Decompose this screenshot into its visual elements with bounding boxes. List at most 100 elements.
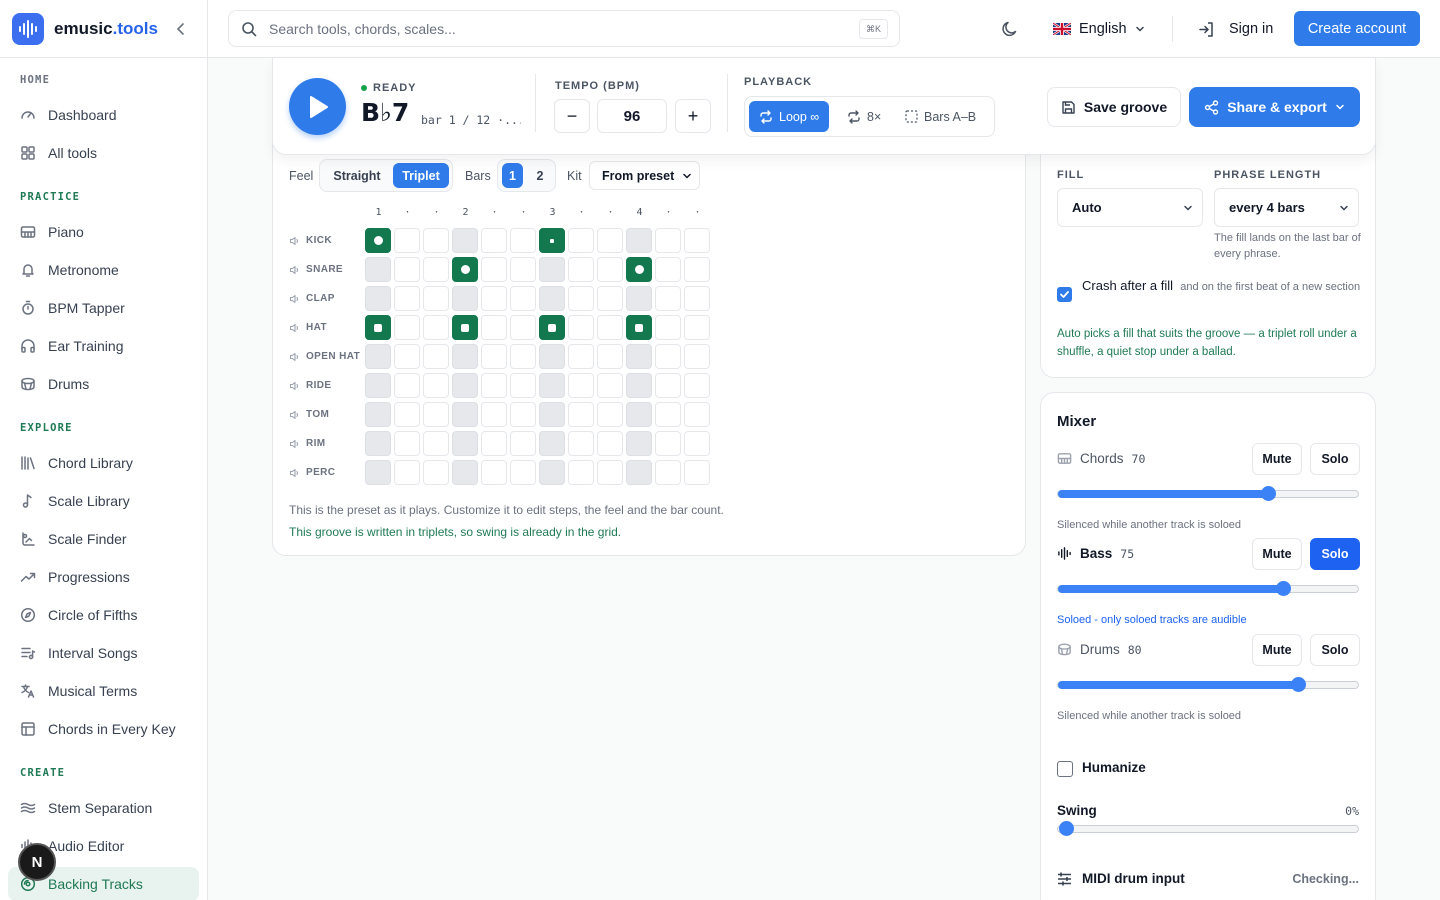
step-cell[interactable]: [510, 402, 536, 427]
step-cell[interactable]: [597, 344, 623, 369]
step-cell[interactable]: [452, 315, 478, 340]
step-cell[interactable]: [423, 257, 449, 282]
step-cell[interactable]: [626, 315, 652, 340]
step-cell[interactable]: [539, 286, 565, 311]
step-cell[interactable]: [655, 431, 681, 456]
fill-select[interactable]: Auto: [1057, 188, 1203, 227]
sidebar-item-drums[interactable]: Drums: [8, 367, 199, 401]
tempo-increase-button[interactable]: +: [675, 99, 711, 133]
step-cell[interactable]: [394, 460, 420, 485]
step-cell[interactable]: [626, 402, 652, 427]
step-cell[interactable]: [568, 344, 594, 369]
loop-button[interactable]: Loop ∞: [749, 101, 830, 132]
step-cell[interactable]: [481, 286, 507, 311]
step-cell[interactable]: [365, 344, 391, 369]
track-row-kick[interactable]: KICK: [289, 228, 332, 253]
step-cell[interactable]: [481, 315, 507, 340]
sidebar-item-chords-in-every-key[interactable]: Chords in Every Key: [8, 712, 199, 746]
drums-volume-slider[interactable]: [1057, 677, 1359, 692]
step-cell[interactable]: [510, 315, 536, 340]
brand[interactable]: emusic.tools: [12, 12, 158, 46]
step-cell[interactable]: [394, 315, 420, 340]
step-cell[interactable]: [452, 373, 478, 398]
step-cell[interactable]: [539, 344, 565, 369]
step-cell[interactable]: [539, 257, 565, 282]
step-cell[interactable]: [597, 257, 623, 282]
volume-slider-thumb[interactable]: [1276, 581, 1291, 596]
step-cell[interactable]: [655, 344, 681, 369]
bass-volume-slider[interactable]: [1057, 581, 1359, 596]
chords-solo-button[interactable]: Solo: [1310, 443, 1360, 475]
step-cell[interactable]: [365, 431, 391, 456]
drums-mute-button[interactable]: Mute: [1252, 634, 1302, 666]
step-cell[interactable]: [539, 315, 565, 340]
step-cell[interactable]: [597, 373, 623, 398]
step-cell[interactable]: [684, 344, 710, 369]
sidebar-item-scale-finder[interactable]: Scale Finder: [8, 522, 199, 556]
step-cell[interactable]: [597, 228, 623, 253]
share-export-button[interactable]: Share & export: [1189, 87, 1360, 127]
step-cell[interactable]: [365, 286, 391, 311]
step-cell[interactable]: [655, 315, 681, 340]
search-box[interactable]: ⌘K: [228, 10, 900, 47]
step-cell[interactable]: [510, 344, 536, 369]
step-cell[interactable]: [655, 286, 681, 311]
sidebar-item-scale-library[interactable]: Scale Library: [8, 484, 199, 518]
phrase-length-select[interactable]: every 4 bars: [1214, 188, 1359, 227]
step-cell[interactable]: [597, 460, 623, 485]
feel-straight-button[interactable]: Straight: [324, 163, 390, 188]
crash-option[interactable]: Crash after a fill and on the first beat…: [1082, 276, 1362, 297]
create-account-button[interactable]: Create account: [1294, 11, 1420, 46]
step-cell[interactable]: [684, 257, 710, 282]
step-cell[interactable]: [597, 402, 623, 427]
moon-icon[interactable]: [1000, 19, 1020, 39]
drums-solo-button[interactable]: Solo: [1310, 634, 1360, 666]
step-cell[interactable]: [626, 431, 652, 456]
swing-slider-thumb[interactable]: [1059, 821, 1074, 836]
chords-volume-slider[interactable]: [1057, 486, 1359, 501]
step-cell[interactable]: [365, 460, 391, 485]
volume-slider-thumb[interactable]: [1291, 677, 1306, 692]
step-cell[interactable]: [684, 402, 710, 427]
chords-mute-button[interactable]: Mute: [1252, 443, 1302, 475]
step-cell[interactable]: [568, 373, 594, 398]
sidebar-item-interval-songs[interactable]: Interval Songs: [8, 636, 199, 670]
step-cell[interactable]: [510, 228, 536, 253]
step-cell[interactable]: [568, 286, 594, 311]
step-cell[interactable]: [452, 286, 478, 311]
swing-slider[interactable]: [1057, 821, 1359, 836]
track-row-hat[interactable]: HAT: [289, 315, 327, 340]
step-cell[interactable]: [626, 286, 652, 311]
step-cell[interactable]: [394, 431, 420, 456]
feel-triplet-button[interactable]: Triplet: [393, 163, 449, 188]
step-cell[interactable]: [597, 431, 623, 456]
step-cell[interactable]: [684, 431, 710, 456]
track-row-perc[interactable]: PERC: [289, 460, 335, 485]
sidebar-item-chord-library[interactable]: Chord Library: [8, 446, 199, 480]
sidebar-item-metronome[interactable]: Metronome: [8, 253, 199, 287]
step-cell[interactable]: [423, 228, 449, 253]
track-row-rim[interactable]: RIM: [289, 431, 326, 456]
step-cell[interactable]: [423, 460, 449, 485]
step-cell[interactable]: [510, 460, 536, 485]
step-cell[interactable]: [510, 257, 536, 282]
step-cell[interactable]: [539, 228, 565, 253]
sidebar-item-dashboard[interactable]: Dashboard: [8, 98, 199, 132]
midi-input-row[interactable]: MIDI drum input: [1057, 871, 1185, 886]
step-cell[interactable]: [568, 228, 594, 253]
sidebar-item-ear-training[interactable]: Ear Training: [8, 329, 199, 363]
bass-solo-button[interactable]: Solo: [1310, 538, 1360, 570]
step-cell[interactable]: [684, 460, 710, 485]
step-cell[interactable]: [481, 460, 507, 485]
search-input[interactable]: [269, 20, 829, 37]
track-row-tom[interactable]: TOM: [289, 402, 329, 427]
step-cell[interactable]: [452, 228, 478, 253]
play-button[interactable]: [289, 78, 346, 135]
user-badge[interactable]: N: [18, 843, 56, 881]
step-cell[interactable]: [568, 460, 594, 485]
sidebar-item-all-tools[interactable]: All tools: [8, 136, 199, 170]
step-cell[interactable]: [394, 257, 420, 282]
sign-in-button[interactable]: Sign in: [1198, 15, 1273, 43]
kit-select[interactable]: From preset: [589, 161, 700, 190]
step-cell[interactable]: [539, 373, 565, 398]
